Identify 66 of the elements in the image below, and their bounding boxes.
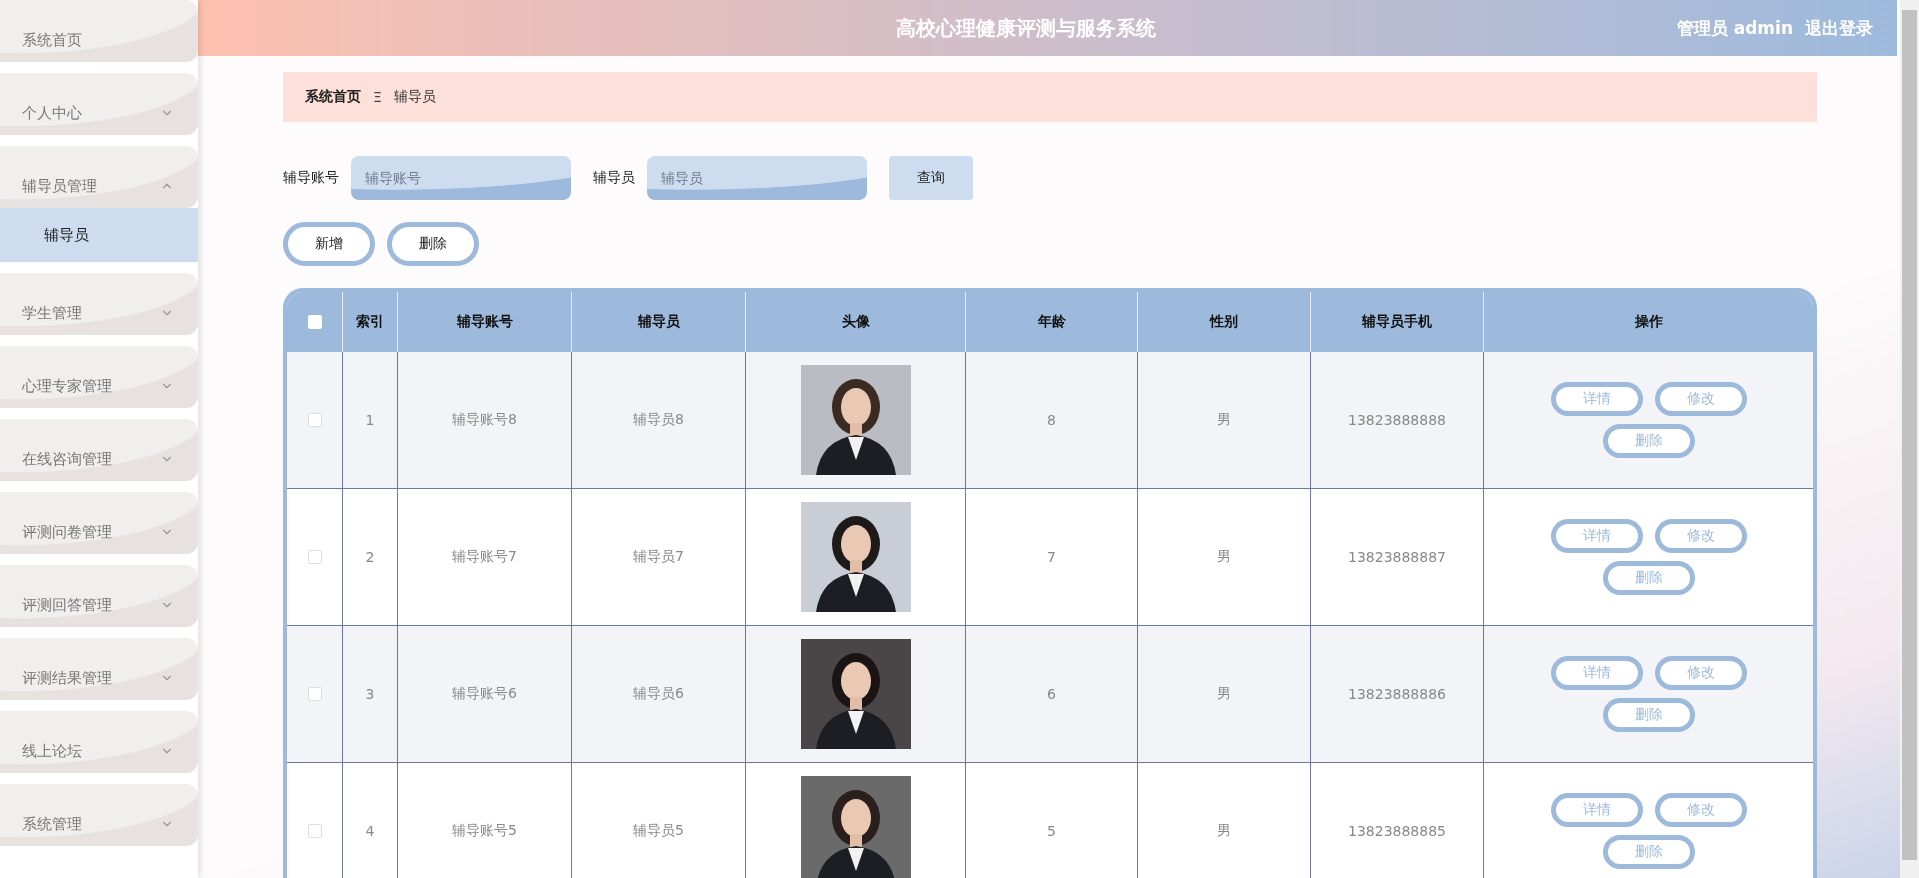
- sidebar-item[interactable]: 心理专家管理: [0, 346, 198, 408]
- field-label: 辅导账号: [283, 169, 339, 187]
- app-title: 高校心理健康评测与服务系统: [896, 15, 1157, 40]
- table-cell: 6: [1047, 686, 1056, 702]
- details-button[interactable]: 详情: [1550, 793, 1643, 827]
- table-cell: 辅导员7: [633, 548, 684, 566]
- sidebar-item[interactable]: 在线咨询管理: [0, 419, 198, 481]
- search-field[interactable]: 辅导员: [647, 156, 867, 200]
- sidebar-item[interactable]: 学生管理: [0, 273, 198, 335]
- sidebar-subitem[interactable]: 辅导员: [0, 208, 198, 262]
- sidebar-item[interactable]: 系统首页: [0, 0, 198, 62]
- table-cell: 男: [1217, 411, 1231, 429]
- table-cell: 8: [1047, 412, 1056, 428]
- delete-button[interactable]: 删除: [1602, 698, 1695, 732]
- delete-button[interactable]: 删除: [1602, 835, 1695, 869]
- table-cell: 辅导账号5: [452, 822, 517, 840]
- edit-button[interactable]: 修改: [1654, 656, 1747, 690]
- details-button[interactable]: 详情: [1550, 382, 1643, 416]
- details-button[interactable]: 详情: [1550, 656, 1643, 690]
- edit-button[interactable]: 修改: [1654, 519, 1747, 553]
- table-cell: 4: [365, 823, 375, 839]
- table-cell: 男: [1217, 685, 1231, 703]
- scrollbar[interactable]: [1900, 0, 1919, 878]
- sidebar-item[interactable]: 线上论坛: [0, 711, 198, 773]
- sidebar-item[interactable]: 评测回答管理: [0, 565, 198, 627]
- table-cell: 13823888888: [1348, 412, 1446, 428]
- table-cell: 辅导员8: [633, 411, 684, 429]
- details-button[interactable]: 详情: [1550, 519, 1643, 553]
- table-cell: 13823888885: [1348, 823, 1446, 839]
- sidebar-item[interactable]: 评测结果管理: [0, 638, 198, 700]
- delete-button[interactable]: 删除: [1602, 424, 1695, 458]
- row-checkbox[interactable]: [307, 824, 322, 838]
- sidebar-item[interactable]: 评测问卷管理: [0, 492, 198, 554]
- row-checkbox[interactable]: [307, 413, 322, 427]
- table-cell: 13823888886: [1348, 686, 1446, 702]
- table-cell: 男: [1217, 548, 1231, 566]
- delete-button[interactable]: 删除: [1602, 561, 1695, 595]
- query-button[interactable]: 查询: [889, 156, 973, 200]
- edit-button[interactable]: 修改: [1654, 382, 1747, 416]
- table-cell: 辅导员6: [633, 685, 684, 703]
- table-cell: 辅导账号6: [452, 685, 517, 703]
- table-cell: 3: [365, 686, 375, 702]
- user-label: 管理员 admin: [1676, 16, 1793, 40]
- table-cell: 5: [1047, 823, 1056, 839]
- sidebar-item[interactable]: 个人中心: [0, 73, 198, 135]
- breadcrumb-current: 辅导员: [393, 88, 436, 106]
- table-cell: 1: [365, 412, 375, 428]
- table-cell: 13823888887: [1348, 549, 1446, 565]
- search-field[interactable]: 辅导账号: [351, 156, 571, 200]
- select-all-checkbox[interactable]: [307, 315, 322, 329]
- delete-button[interactable]: 删除: [387, 222, 479, 266]
- table-cell: 辅导员5: [633, 822, 684, 840]
- field-label: 辅导员: [593, 169, 635, 187]
- sidebar-item[interactable]: 辅导员管理: [0, 146, 198, 208]
- row-checkbox[interactable]: [307, 687, 322, 701]
- row-checkbox[interactable]: [307, 550, 322, 564]
- sidebar-item[interactable]: 系统管理: [0, 784, 198, 846]
- table-cell: 2: [365, 549, 375, 565]
- add-button[interactable]: 新增: [283, 222, 375, 266]
- edit-button[interactable]: 修改: [1654, 793, 1747, 827]
- table-cell: 辅导账号7: [452, 548, 517, 566]
- table-cell: 男: [1217, 822, 1231, 840]
- breadcrumb-link[interactable]: 系统首页: [305, 88, 361, 106]
- breadcrumb-separator: Ξ: [373, 89, 382, 105]
- table-cell: 7: [1047, 549, 1056, 565]
- table-cell: 辅导账号8: [452, 411, 517, 429]
